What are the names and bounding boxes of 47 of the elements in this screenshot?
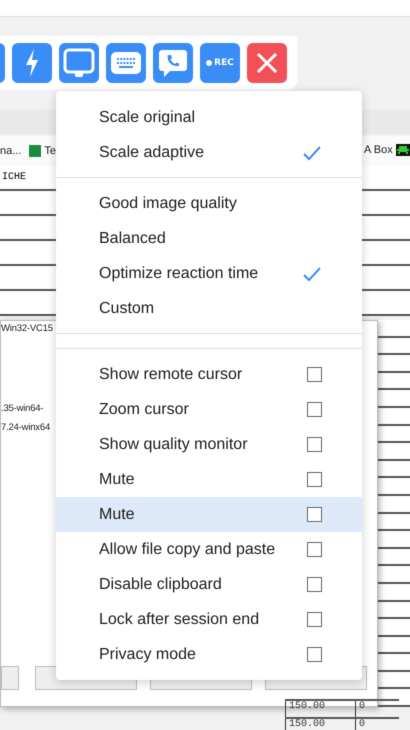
table-cell: 150.00 bbox=[285, 719, 355, 730]
checkbox[interactable] bbox=[307, 612, 322, 627]
checkbox[interactable] bbox=[307, 577, 322, 592]
file-name: 7.24-winx64 bbox=[1, 422, 50, 433]
menu-item[interactable]: Optimize reaction time bbox=[56, 256, 362, 291]
menu-item[interactable]: Scale adaptive bbox=[56, 135, 362, 170]
table-cell: 0 bbox=[355, 719, 399, 730]
lightning-icon bbox=[25, 49, 39, 77]
tab-label[interactable]: A Box bbox=[364, 144, 393, 156]
file-name: .35-win64- bbox=[1, 403, 44, 414]
menu-item[interactable]: Scale original bbox=[56, 100, 362, 135]
table-cell: 0 bbox=[355, 701, 399, 717]
menu-item[interactable]: Disable clipboard bbox=[56, 567, 362, 602]
table-cell: 150.00 bbox=[285, 701, 355, 717]
toolbar-button[interactable] bbox=[59, 43, 99, 83]
menu-item[interactable]: Mute bbox=[56, 462, 362, 497]
chat-phone-icon bbox=[158, 48, 188, 78]
monitor-icon bbox=[63, 47, 95, 79]
app-icon bbox=[29, 145, 42, 157]
invader-icon bbox=[396, 144, 410, 156]
toolbar-button[interactable] bbox=[12, 43, 52, 83]
menu-item[interactable]: Show remote cursor bbox=[56, 357, 362, 392]
menu-item[interactable]: Custom bbox=[56, 291, 362, 326]
checkbox[interactable] bbox=[307, 472, 322, 487]
menu-item[interactable]: Show quality monitor bbox=[56, 427, 362, 462]
checkbox[interactable] bbox=[307, 507, 322, 522]
tab-label[interactable]: Te bbox=[44, 145, 56, 157]
keyboard-icon bbox=[111, 52, 141, 74]
close-button[interactable] bbox=[247, 43, 287, 83]
menu-item[interactable]: Balanced bbox=[56, 221, 362, 256]
menu-item[interactable]: Allow file copy and paste bbox=[56, 532, 362, 567]
toolbar-button[interactable] bbox=[153, 43, 193, 83]
checkbox[interactable] bbox=[307, 437, 322, 452]
menu-item[interactable]: Mute bbox=[56, 497, 362, 532]
menu-item[interactable]: Good image quality bbox=[56, 186, 362, 221]
file-name: Win32-VC15 bbox=[1, 323, 53, 334]
checkbox[interactable] bbox=[307, 647, 322, 662]
checkbox[interactable] bbox=[307, 542, 322, 557]
table-cell: ICHE bbox=[2, 172, 26, 183]
tab-label[interactable]: na... bbox=[0, 145, 22, 157]
menu-item[interactable]: Zoom cursor bbox=[56, 392, 362, 427]
close-icon bbox=[256, 52, 278, 74]
menu-item[interactable]: Privacy mode bbox=[56, 637, 362, 672]
checkbox[interactable] bbox=[307, 367, 322, 382]
toolbar-button[interactable] bbox=[106, 43, 146, 83]
menu-item[interactable]: Lock after session end bbox=[56, 602, 362, 637]
checkbox[interactable] bbox=[307, 402, 322, 417]
